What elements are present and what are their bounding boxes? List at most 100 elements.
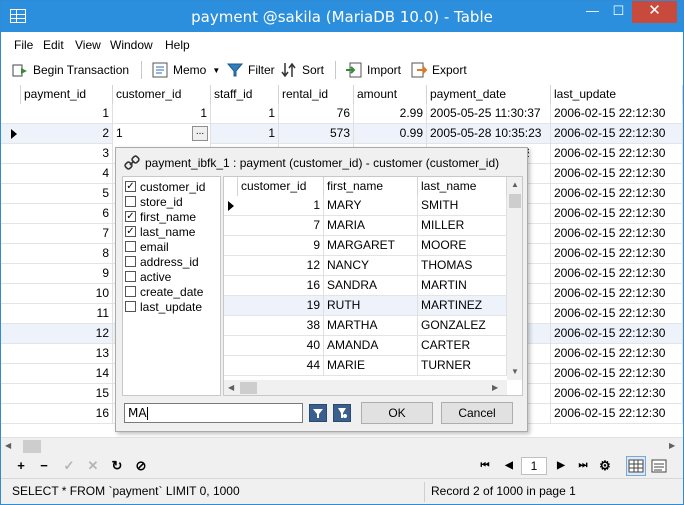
field-option[interactable]: store_id [125,194,183,209]
search-filter-button[interactable] [309,404,327,422]
cell-last-update[interactable]: 2006-02-15 22:12:30 [551,304,683,324]
sort-button[interactable]: Sort [281,60,324,80]
lookup-row[interactable]: 19 RUTH MARTINEZ [224,296,507,316]
cell-payment-date[interactable]: 2005-05-28 10:35:23 [427,124,551,144]
scroll-left-icon[interactable]: ◀ [5,441,11,450]
scroll-thumb[interactable] [23,440,41,453]
export-button[interactable]: Export [411,60,467,80]
cell-payment-id[interactable]: 3 [21,144,113,164]
add-record-button[interactable]: + [13,458,29,474]
field-checkbox[interactable]: ✓ [125,181,136,192]
cell-last-update[interactable]: 2006-02-15 22:12:30 [551,344,683,364]
cell-staff-id[interactable]: 1 [211,124,279,144]
lookup-row[interactable]: 7 MARIA MILLER [224,216,507,236]
previous-page-button[interactable]: ◀ [501,458,517,474]
lookup-horizontal-scrollbar[interactable]: ◀ ▶ [224,380,507,395]
lookup-column-first-name[interactable]: first_name [324,177,418,196]
column-header-payment-id[interactable]: payment_id [21,85,113,104]
scroll-left-icon[interactable]: ◀ [228,383,234,392]
lookup-search-input[interactable]: MA [124,403,303,423]
table-row-selected[interactable]: 2 1 ... 1 573 0.99 2005-05-28 10:35:23 2… [1,124,683,144]
field-checkbox[interactable]: ✓ [125,226,136,237]
lookup-cell-first-name[interactable]: MARIA [324,216,418,236]
cell-last-update[interactable]: 2006-02-15 22:12:30 [551,104,683,124]
cell-last-update[interactable]: 2006-02-15 22:12:30 [551,164,683,184]
cell-payment-id[interactable]: 9 [21,264,113,284]
lookup-cell-customer-id[interactable]: 7 [238,216,324,236]
column-header-amount[interactable]: amount [354,85,427,104]
cell-last-update[interactable]: 2006-02-15 22:12:30 [551,124,683,144]
menu-view[interactable]: View [75,38,101,52]
cell-payment-id[interactable]: 8 [21,244,113,264]
lookup-cell-customer-id[interactable]: 1 [238,196,324,216]
lookup-cell-customer-id[interactable]: 9 [238,236,324,256]
lookup-grid[interactable]: customer_id first_name last_name 1 MARY SM… [223,176,523,396]
scroll-thumb[interactable] [509,194,521,208]
field-option[interactable]: ✓ last_name [125,224,195,239]
import-button[interactable]: Import [346,60,401,80]
cell-payment-id[interactable]: 5 [21,184,113,204]
column-header-payment-date[interactable]: payment_date [427,85,551,104]
menu-edit[interactable]: Edit [43,38,64,52]
cell-last-update[interactable]: 2006-02-15 22:12:30 [551,364,683,384]
lookup-cell-first-name[interactable]: RUTH [324,296,418,316]
field-option[interactable]: last_update [125,299,202,314]
cell-last-update[interactable]: 2006-02-15 22:12:30 [551,184,683,204]
cell-payment-id[interactable]: 2 [21,124,113,144]
customer-id-edit-value[interactable]: 1 [116,126,123,140]
cell-last-update[interactable]: 2006-02-15 22:12:30 [551,264,683,284]
lookup-cell-customer-id[interactable]: 40 [238,336,324,356]
lookup-cell-customer-id[interactable]: 16 [238,276,324,296]
lookup-cell-last-name[interactable]: MARTINEZ [418,296,507,316]
cell-last-update[interactable]: 2006-02-15 22:12:30 [551,324,683,344]
cancel-button[interactable]: Cancel [441,402,513,424]
field-option[interactable]: email [125,239,169,254]
search-options-button[interactable] [333,404,351,422]
lookup-cell-customer-id[interactable]: 12 [238,256,324,276]
cell-payment-id[interactable]: 12 [21,324,113,344]
field-option[interactable]: create_date [125,284,203,299]
grid-view-button[interactable] [626,456,646,476]
cell-last-update[interactable]: 2006-02-15 22:12:30 [551,144,683,164]
begin-transaction-button[interactable]: Begin Transaction [12,60,129,80]
scroll-right-icon[interactable]: ▶ [669,441,675,450]
scroll-down-icon[interactable]: ▼ [511,367,519,376]
cell-rental-id[interactable]: 76 [279,104,354,124]
chevron-down-icon[interactable]: ▼ [212,66,220,75]
scroll-up-icon[interactable]: ▲ [511,180,519,189]
next-page-button[interactable]: ▶ [553,458,569,474]
refresh-button[interactable]: ↻ [109,458,125,474]
field-option[interactable]: address_id [125,254,199,269]
form-view-button[interactable] [649,456,669,476]
stop-button[interactable]: ⊘ [133,458,149,474]
cell-payment-id[interactable]: 4 [21,164,113,184]
cell-amount[interactable]: 0.99 [354,124,427,144]
field-checkbox[interactable] [125,301,136,312]
lookup-column-last-name[interactable]: last_name [418,177,507,196]
cell-payment-id[interactable]: 11 [21,304,113,324]
cell-payment-id[interactable]: 10 [21,284,113,304]
cell-payment-id[interactable]: 6 [21,204,113,224]
lookup-vertical-scrollbar[interactable]: ▲ ▼ [507,177,522,380]
lookup-row[interactable]: 16 SANDRA MARTIN [224,276,507,296]
lookup-cell-last-name[interactable]: SMITH [418,196,507,216]
field-checkbox[interactable] [125,271,136,282]
menu-file[interactable]: File [14,38,33,52]
lookup-cell-first-name[interactable]: MARTHA [324,316,418,336]
lookup-row[interactable]: 9 MARGARET MOORE [224,236,507,256]
lookup-cell-first-name[interactable]: AMANDA [324,336,418,356]
cell-last-update[interactable]: 2006-02-15 22:12:30 [551,244,683,264]
field-option[interactable]: active [125,269,171,284]
lookup-row[interactable]: 44 MARIE TURNER [224,356,507,376]
cell-amount[interactable]: 2.99 [354,104,427,124]
horizontal-scrollbar[interactable]: ◀ ▶ [1,437,683,454]
ok-button[interactable]: OK [361,402,433,424]
lookup-cell-first-name[interactable]: MARY [324,196,418,216]
lookup-cell-first-name[interactable]: MARGARET [324,236,418,256]
lookup-cell-first-name[interactable]: NANCY [324,256,418,276]
title-bar[interactable]: payment @sakila (MariaDB 10.0) - Table —… [1,1,683,32]
field-checkbox[interactable] [125,256,136,267]
lookup-cell-last-name[interactable]: TURNER [418,356,507,376]
discard-changes-button[interactable]: ✕ [85,458,101,474]
cell-payment-date[interactable]: 2005-05-25 11:30:37 [427,104,551,124]
